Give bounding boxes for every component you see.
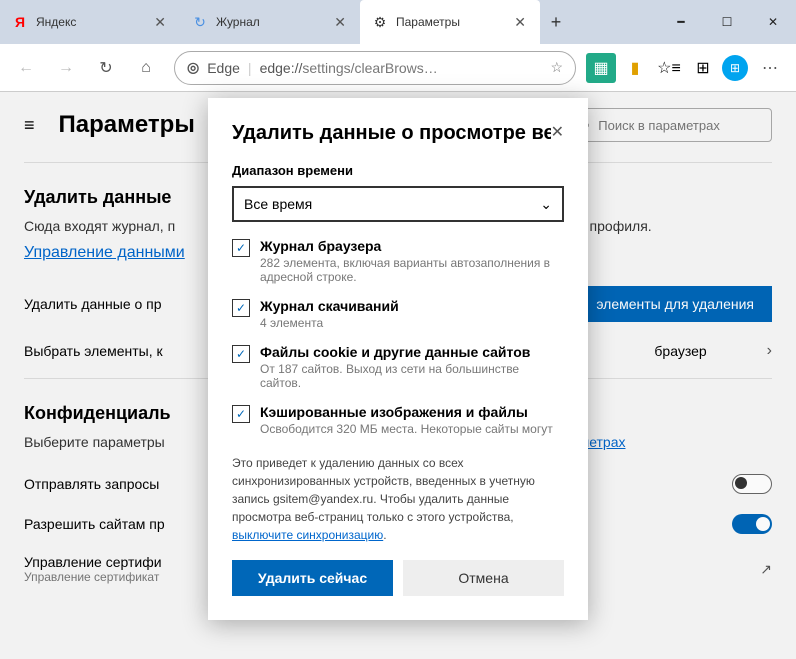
tab-label: Журнал bbox=[216, 15, 324, 29]
maximize-button[interactable]: ☐ bbox=[704, 0, 750, 44]
time-range-label: Диапазон времени bbox=[232, 163, 564, 178]
edge-icon: ◎ bbox=[187, 59, 199, 76]
favorite-icon[interactable]: ☆ bbox=[550, 59, 563, 76]
check-label: Кэшированные изображения и файлы bbox=[260, 404, 553, 420]
extension-icon-1[interactable]: ▦ bbox=[586, 53, 616, 83]
url-text: edge://settings/clearBrows… bbox=[260, 60, 543, 76]
tab-label: Яндекс bbox=[36, 15, 144, 29]
checkbox[interactable]: ✓ bbox=[232, 405, 250, 423]
yandex-icon: Я bbox=[12, 14, 28, 30]
edge-label: Edge bbox=[207, 60, 240, 76]
extension-icon-2[interactable]: ▮ bbox=[620, 53, 650, 83]
check-label: Журнал браузера bbox=[260, 238, 558, 254]
tabs-container: Я Яндекс ✕ ↻ Журнал ✕ ⚙ Параметры ✕ + bbox=[0, 0, 658, 44]
history-icon: ↻ bbox=[192, 14, 208, 30]
clear-now-button[interactable]: Удалить сейчас bbox=[232, 560, 393, 596]
check-label: Файлы cookie и другие данные сайтов bbox=[260, 344, 558, 360]
checkbox[interactable]: ✓ bbox=[232, 345, 250, 363]
check-sublabel: 282 элемента, включая варианты автозапол… bbox=[260, 256, 558, 284]
select-value: Все время bbox=[244, 196, 312, 212]
time-range-select[interactable]: Все время ⌄ bbox=[232, 186, 564, 222]
gear-icon: ⚙ bbox=[372, 14, 388, 30]
check-cookies: ✓ Файлы cookie и другие данные сайтов От… bbox=[232, 344, 558, 390]
close-icon[interactable]: ✕ bbox=[551, 122, 564, 142]
menu-icon[interactable]: ⋯ bbox=[752, 50, 788, 86]
check-sublabel: От 187 сайтов. Выход из сети на большинс… bbox=[260, 362, 558, 390]
check-browsing-history: ✓ Журнал браузера 282 элемента, включая … bbox=[232, 238, 558, 284]
profile-icon[interactable]: ⊞ bbox=[722, 55, 748, 81]
checkbox-list: ✓ Журнал браузера 282 элемента, включая … bbox=[232, 238, 564, 438]
close-icon[interactable]: ✕ bbox=[332, 14, 348, 31]
tab-label: Параметры bbox=[396, 15, 504, 29]
close-icon[interactable]: ✕ bbox=[152, 14, 168, 31]
cancel-button[interactable]: Отмена bbox=[403, 560, 564, 596]
minimize-button[interactable]: ━ bbox=[658, 0, 704, 44]
new-tab-button[interactable]: + bbox=[540, 0, 572, 44]
browser-toolbar: ← → ↻ ⌂ ◎ Edge | edge://settings/clearBr… bbox=[0, 44, 796, 92]
window-controls: ━ ☐ ✕ bbox=[658, 0, 796, 44]
dialog-title: Удалить данные о просмотре веб-стран bbox=[232, 122, 551, 145]
close-window-button[interactable]: ✕ bbox=[750, 0, 796, 44]
tab-journal[interactable]: ↻ Журнал ✕ bbox=[180, 0, 360, 44]
home-button[interactable]: ⌂ bbox=[128, 50, 164, 86]
check-download-history: ✓ Журнал скачиваний 4 элемента bbox=[232, 298, 558, 330]
checkbox[interactable]: ✓ bbox=[232, 299, 250, 317]
forward-button[interactable]: → bbox=[48, 50, 84, 86]
dialog-buttons: Удалить сейчас Отмена bbox=[232, 560, 564, 596]
close-icon[interactable]: ✕ bbox=[512, 14, 528, 31]
refresh-button[interactable]: ↻ bbox=[88, 50, 124, 86]
sync-warning-text: Это приведет к удалению данных со всех с… bbox=[232, 454, 564, 544]
back-button[interactable]: ← bbox=[8, 50, 44, 86]
check-cache: ✓ Кэшированные изображения и файлы Освоб… bbox=[232, 404, 558, 436]
chevron-down-icon: ⌄ bbox=[540, 196, 552, 213]
address-bar[interactable]: ◎ Edge | edge://settings/clearBrows… ☆ bbox=[174, 51, 576, 85]
titlebar: Я Яндекс ✕ ↻ Журнал ✕ ⚙ Параметры ✕ + ━ … bbox=[0, 0, 796, 44]
checkbox[interactable]: ✓ bbox=[232, 239, 250, 257]
collections-icon[interactable]: ⊞ bbox=[688, 53, 718, 83]
disable-sync-link[interactable]: выключите синхронизацию bbox=[232, 528, 383, 542]
tab-settings[interactable]: ⚙ Параметры ✕ bbox=[360, 0, 540, 44]
check-label: Журнал скачиваний bbox=[260, 298, 399, 314]
favorites-icon[interactable]: ☆≡ bbox=[654, 53, 684, 83]
clear-data-dialog: Удалить данные о просмотре веб-стран ✕ Д… bbox=[208, 98, 588, 620]
tab-yandex[interactable]: Я Яндекс ✕ bbox=[0, 0, 180, 44]
check-sublabel: 4 элемента bbox=[260, 316, 399, 330]
check-sublabel: Освободится 320 МБ места. Некоторые сайт… bbox=[260, 422, 553, 436]
